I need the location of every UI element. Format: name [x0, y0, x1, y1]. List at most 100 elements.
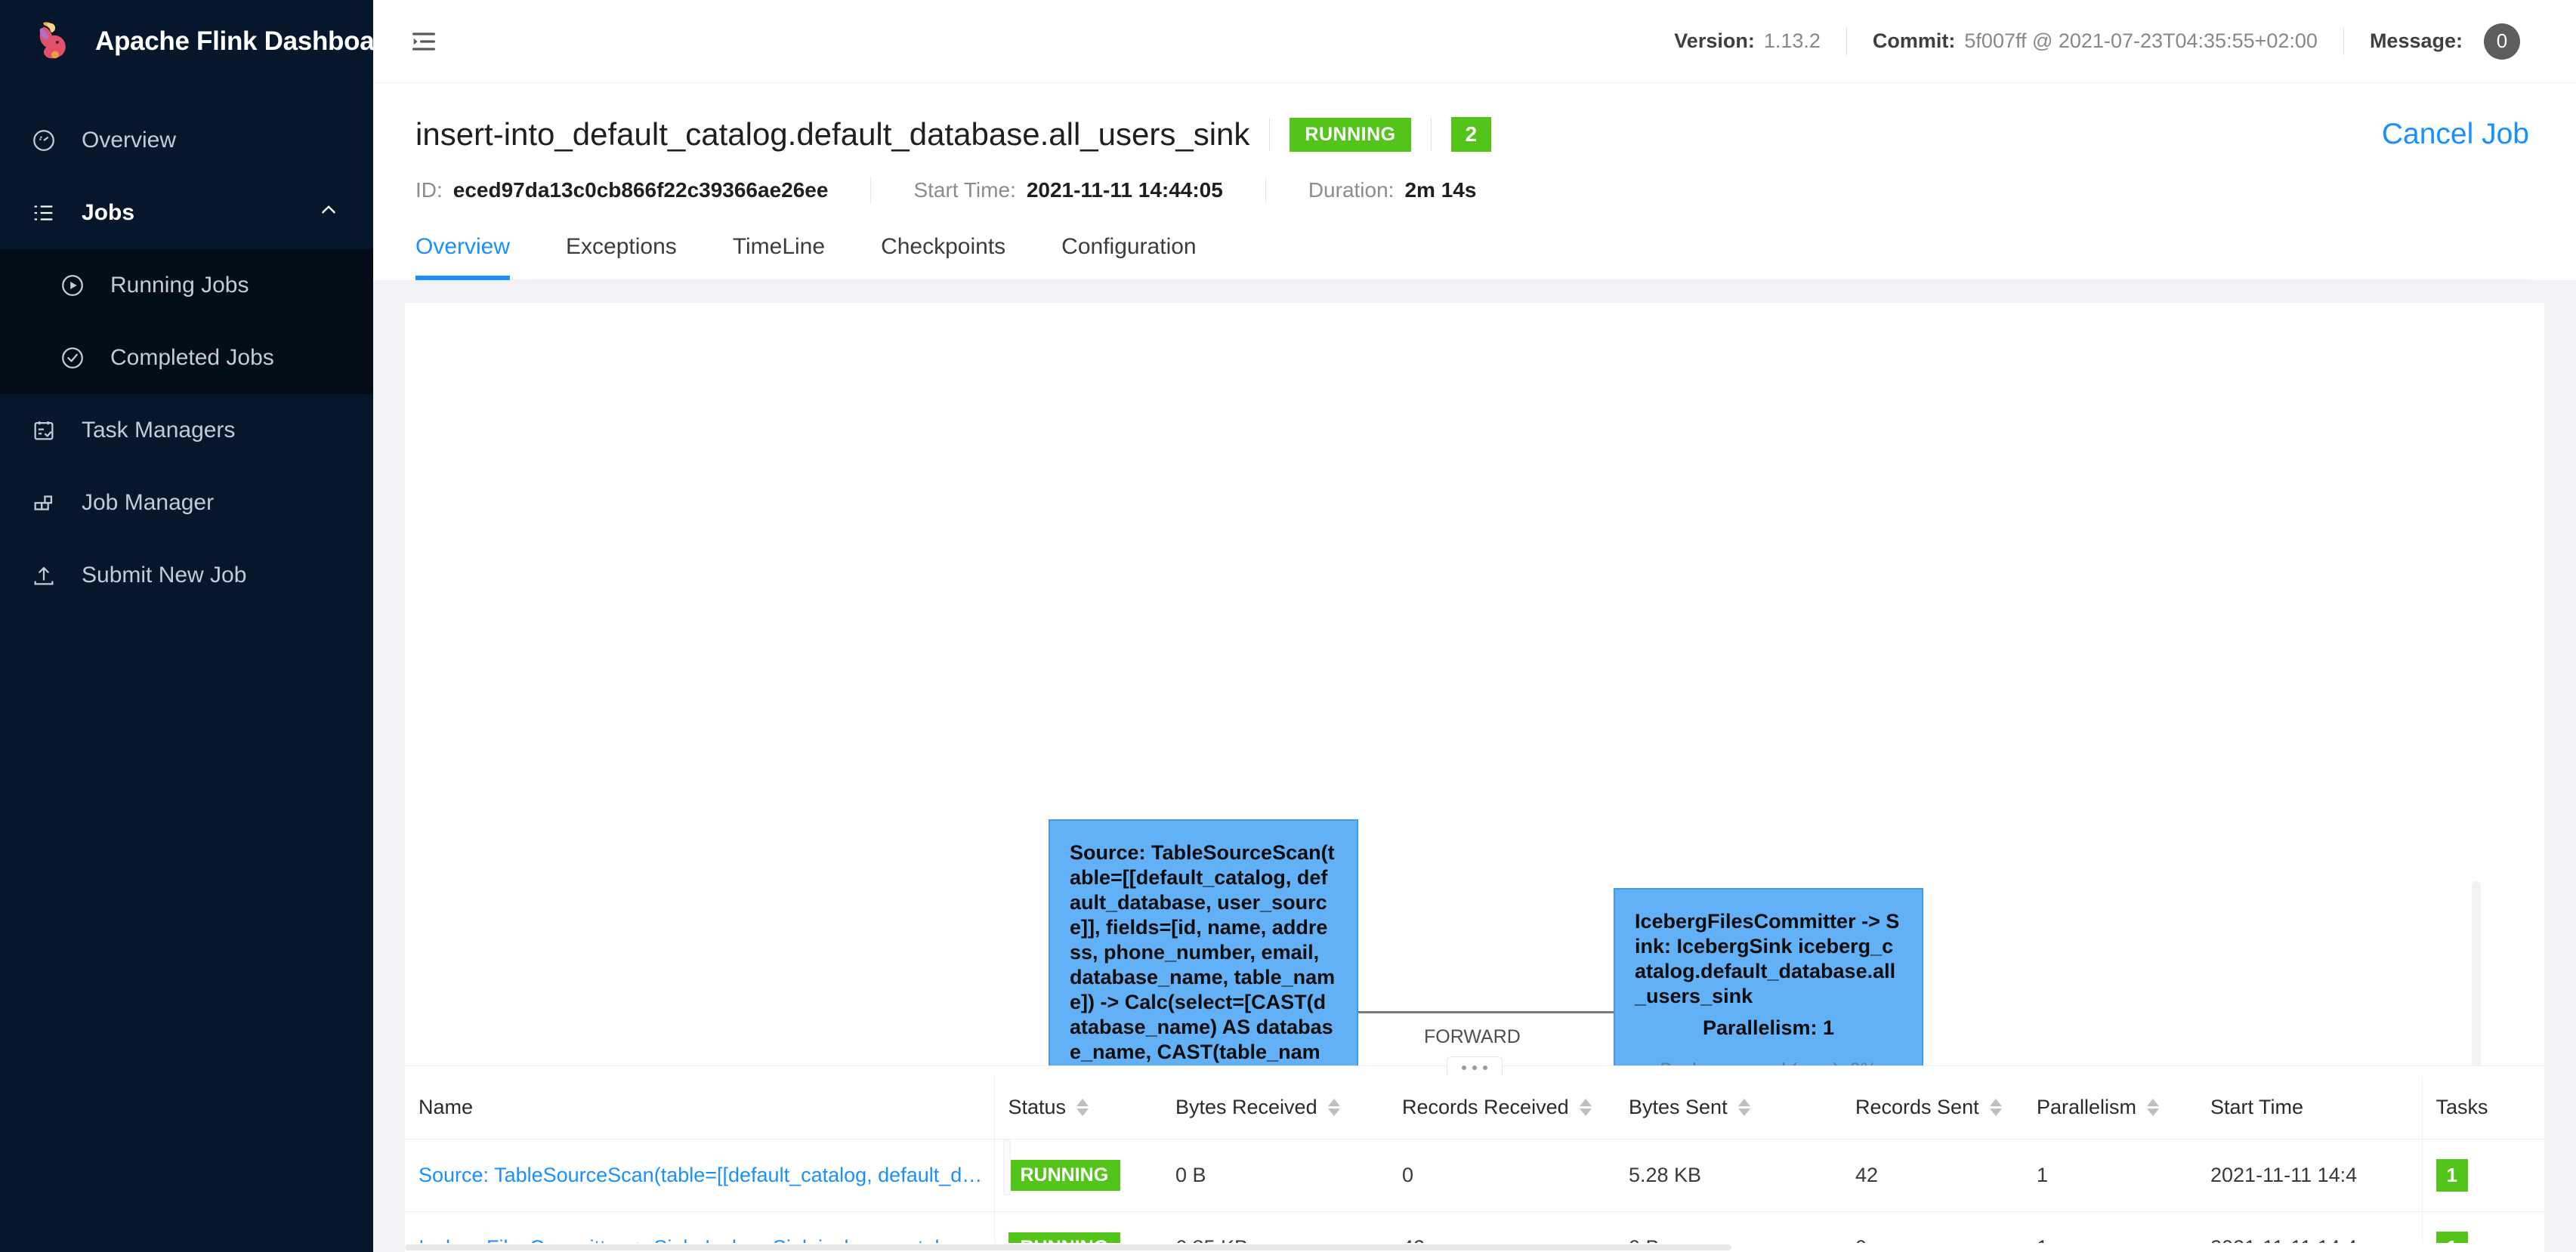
job-header: insert-into_default_catalog.default_data…: [373, 83, 2576, 280]
column-label: Records Sent: [1855, 1096, 1979, 1119]
sidebar-item-overview[interactable]: Overview: [0, 104, 373, 177]
graph-node-sink[interactable]: IcebergFilesCommitter -> Sink: IcebergSi…: [1614, 888, 1923, 1065]
sidebar-item-submit-new-job[interactable]: Submit New Job: [0, 539, 373, 612]
column-header-bytes-received[interactable]: Bytes Received: [1175, 1076, 1402, 1139]
upload-icon: [30, 562, 57, 589]
sort-toggle-icon[interactable]: [1328, 1099, 1340, 1116]
job-start-time: Start Time: 2021-11-11 14:44:05: [913, 178, 1222, 202]
sidebar-item-job-manager[interactable]: Job Manager: [0, 467, 373, 539]
sort-toggle-icon[interactable]: [1076, 1099, 1089, 1116]
graph-edge-line: [1358, 1011, 1614, 1013]
sidebar-subnav-jobs: Running Jobs Completed Jobs: [0, 249, 373, 394]
job-header-title-row: insert-into_default_catalog.default_data…: [415, 116, 2534, 153]
column-header-bytes-sent[interactable]: Bytes Sent: [1629, 1076, 1855, 1139]
job-duration: Duration: 2m 14s: [1308, 178, 1477, 202]
brand-title: Apache Flink Dashboard: [95, 26, 400, 57]
divider: [1265, 177, 1266, 204]
cell-bytes-received: 0 B: [1175, 1139, 1402, 1212]
cell-name[interactable]: Source: TableSourceScan(table=[[default_…: [405, 1139, 994, 1212]
tab-configuration[interactable]: Configuration: [1061, 234, 1196, 279]
sort-toggle-icon[interactable]: [1580, 1099, 1592, 1116]
commit-group: Commit: 5f007ff @ 2021-07-23T04:35:55+02…: [1847, 29, 2343, 53]
column-label: Bytes Sent: [1629, 1096, 1728, 1119]
menu-fold-icon[interactable]: [403, 21, 444, 62]
chevron-up-icon[interactable]: [319, 200, 338, 226]
brand[interactable]: Apache Flink Dashboard: [0, 0, 373, 83]
version-label: Version:: [1674, 29, 1755, 53]
job-id: ID: eced97da13c0cb866f22c39366ae26ee: [415, 178, 828, 202]
sidebar-item-label: Submit New Job: [82, 563, 246, 588]
graph-zoom-slider[interactable]: [2472, 881, 2481, 1065]
vertices-table-area: Name Status By: [405, 1076, 2544, 1252]
column-header-parallelism[interactable]: Parallelism: [2037, 1076, 2210, 1139]
column-label: Name: [419, 1096, 473, 1119]
sidebar-item-label: Jobs: [82, 200, 134, 226]
topbar: Version: 1.13.2 Commit: 5f007ff @ 2021-0…: [373, 0, 2576, 83]
column-label: Parallelism: [2037, 1096, 2136, 1119]
tab-checkpoints[interactable]: Checkpoints: [881, 234, 1005, 279]
tab-timeline[interactable]: TimeLine: [733, 234, 825, 279]
message-group[interactable]: Message: 0: [2344, 23, 2546, 60]
cell-records-received: 0: [1402, 1139, 1629, 1212]
list-icon: [30, 199, 57, 227]
content-wrapper: Source: TableSourceScan(table=[[default_…: [373, 280, 2576, 1252]
sidebar-item-label: Job Manager: [82, 490, 214, 516]
vertex-name-link[interactable]: Source: TableSourceScan(table=[[default_…: [419, 1164, 994, 1187]
table-body: Source: TableSourceScan(table=[[default_…: [405, 1139, 2544, 1252]
tab-exceptions[interactable]: Exceptions: [566, 234, 677, 279]
column-header-records-received[interactable]: Records Received: [1402, 1076, 1629, 1139]
message-count-badge[interactable]: 0: [2484, 23, 2520, 60]
play-circle-icon: [59, 272, 86, 299]
task-board-icon: [30, 417, 57, 444]
graph-edge-label: FORWARD: [1424, 1026, 1521, 1048]
sidebar-item-task-managers[interactable]: Task Managers: [0, 394, 373, 467]
table-head: Name Status By: [405, 1076, 2544, 1139]
column-label: Records Received: [1402, 1096, 1569, 1119]
graph-node-source[interactable]: Source: TableSourceScan(table=[[default_…: [1049, 819, 1358, 1065]
column-header-records-sent[interactable]: Records Sent: [1855, 1076, 2037, 1139]
table-row[interactable]: Source: TableSourceScan(table=[[default_…: [405, 1139, 2544, 1212]
column-resize-handle[interactable]: [1003, 1139, 1011, 1195]
vertex-count-badge: 2: [1451, 117, 1492, 152]
scrollbar-thumb[interactable]: [405, 1244, 1731, 1250]
job-id-value: eced97da13c0cb866f22c39366ae26ee: [453, 178, 829, 202]
cell-start-time: 2021-11-11 14:4: [2210, 1139, 2422, 1212]
grip-dot-icon: [1472, 1065, 1477, 1070]
sidebar-item-running-jobs[interactable]: Running Jobs: [0, 249, 373, 322]
sidebar: Apache Flink Dashboard Overview: [0, 0, 373, 1252]
app-root: Apache Flink Dashboard Overview: [0, 0, 2576, 1252]
status-badge: RUNNING: [1008, 1160, 1121, 1191]
sidebar-item-jobs[interactable]: Jobs: [0, 177, 373, 249]
graph-node-parallelism: Parallelism: 1: [1635, 1016, 1902, 1040]
graph-node-backpressured: Backpressured (max): 0%: [1635, 1056, 1902, 1065]
start-time-value: 2021-11-11 14:44:05: [1027, 178, 1223, 202]
blocks-icon: [30, 489, 57, 517]
column-label: Tasks: [2436, 1096, 2488, 1119]
table-horizontal-scrollbar[interactable]: [405, 1243, 2544, 1252]
dashboard-icon: [30, 127, 57, 154]
tab-overview[interactable]: Overview: [415, 234, 510, 279]
sort-toggle-icon[interactable]: [2147, 1099, 2159, 1116]
column-label: Status: [1008, 1096, 1067, 1119]
job-graph[interactable]: Source: TableSourceScan(table=[[default_…: [405, 303, 2544, 1065]
zoom-slider-track[interactable]: [2472, 881, 2481, 1065]
sort-toggle-icon[interactable]: [1990, 1099, 2002, 1116]
commit-value: 5f007ff @ 2021-07-23T04:35:55+02:00: [1964, 29, 2318, 53]
sort-toggle-icon[interactable]: [1738, 1099, 1750, 1116]
cell-parallelism: 1: [2037, 1139, 2210, 1212]
commit-label: Commit:: [1873, 29, 1956, 53]
duration-label: Duration:: [1308, 178, 1395, 202]
duration-value: 2m 14s: [1404, 178, 1476, 202]
column-header-status[interactable]: Status: [994, 1076, 1175, 1139]
sidebar-nav: Overview Jobs: [0, 104, 373, 612]
sidebar-item-completed-jobs[interactable]: Completed Jobs: [0, 322, 373, 394]
cancel-job-button[interactable]: Cancel Job: [2382, 118, 2534, 151]
grip-dot-icon: [1462, 1065, 1466, 1070]
graph-node-name: IcebergFilesCommitter -> Sink: IcebergSi…: [1635, 909, 1902, 1009]
cell-bytes-sent: 5.28 KB: [1629, 1139, 1855, 1212]
divider: [1431, 118, 1432, 151]
job-tabs: Overview Exceptions TimeLine Checkpoints…: [415, 234, 2534, 280]
status-badge: RUNNING: [1290, 118, 1410, 152]
check-circle-icon: [59, 344, 86, 372]
grip-dot-icon: [1483, 1065, 1487, 1070]
